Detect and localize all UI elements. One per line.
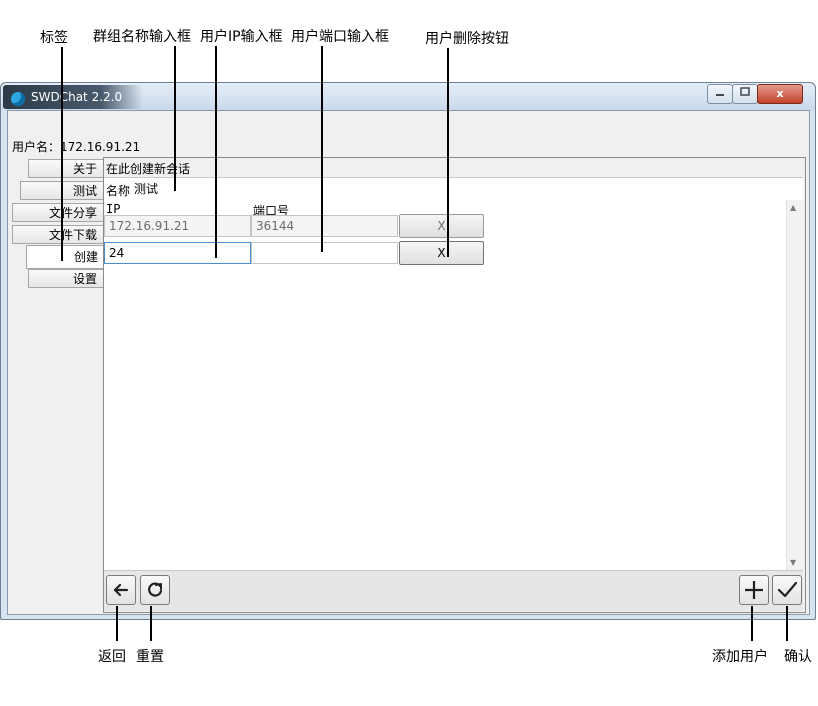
annotation-back: 返回 [98,649,126,665]
group-name-input[interactable] [134,180,254,196]
tab-file-download[interactable]: 文件下载 [12,225,103,244]
add-user-button[interactable] [739,575,769,605]
annotation-group-name-input: 群组名称输入框 [93,29,191,45]
panel-header: 在此创建新会话 [106,162,191,176]
maximize-button[interactable] [732,84,758,104]
user-ip-input[interactable] [104,242,251,264]
callout-line-add-user [751,606,753,641]
bottom-toolbar [104,570,803,611]
title-caption: SWDChat 2.2.0 [3,85,143,109]
annotation-reset: 重置 [136,649,164,665]
callout-line-group-name [174,46,176,191]
group-name-label: 名称 [106,184,131,198]
plus-icon [745,581,763,599]
tab-create[interactable]: 创建 [26,245,104,269]
title-bar[interactable]: SWDChat 2.2.0 x [1,83,815,110]
vertical-scrollbar[interactable]: ▲ ▼ [786,200,803,570]
app-logo-icon [11,92,25,106]
window-title: SWDChat 2.2.0 [31,90,123,104]
confirm-button[interactable] [772,575,802,605]
annotation-user-port-input: 用户端口输入框 [291,29,389,45]
minimize-icon [716,94,724,96]
tab-settings[interactable]: 设置 [28,269,103,288]
user-list-area: IP 端口号 X X ▲ ▼ [104,200,803,570]
callout-line-tab [61,47,63,261]
annotation-user-ip-input: 用户IP输入框 [200,29,283,45]
callout-line-user-ip [215,46,217,258]
annotation-add-user: 添加用户 [712,649,768,665]
scroll-down-icon[interactable]: ▼ [790,558,796,567]
back-button[interactable] [106,575,136,605]
annotation-user-delete-button: 用户删除按钮 [425,31,509,47]
user-delete-button[interactable]: X [399,241,484,265]
create-panel: 在此创建新会话 名称 IP 端口号 X X ▲ ▼ [103,157,806,613]
tab-file-share[interactable]: 文件分享 [12,203,103,222]
maximize-icon [740,87,750,96]
user-ip-field[interactable] [104,215,251,237]
client-area: 用户名：172.16.91.21 关于 测试 文件分享 文件下载 创建 设置 在… [7,110,810,615]
reset-button[interactable] [140,575,170,605]
callout-line-back [116,606,118,641]
close-button[interactable]: x [757,84,803,104]
group-name-row: 名称 [104,177,803,201]
refresh-icon [148,582,163,597]
annotation-tab: 标签 [40,30,68,46]
tab-about[interactable]: 关于 [28,159,103,178]
username-label: 用户名：172.16.91.21 [12,140,141,154]
scroll-up-icon[interactable]: ▲ [790,203,796,212]
app-window: SWDChat 2.2.0 x 用户名：172.16.91.21 关于 测试 文… [0,82,816,620]
callout-line-reset [150,606,152,641]
user-port-field[interactable] [251,215,398,237]
ip-column-header: IP [106,202,121,216]
minimize-button[interactable] [707,84,733,104]
arrow-left-icon [113,583,129,597]
callout-line-user-delete [447,48,449,257]
user-delete-button[interactable]: X [399,214,484,238]
annotation-confirm: 确认 [784,649,812,665]
callout-line-confirm [786,606,788,641]
user-port-input[interactable] [251,242,398,264]
check-icon [777,581,798,598]
callout-line-user-port [321,46,323,252]
